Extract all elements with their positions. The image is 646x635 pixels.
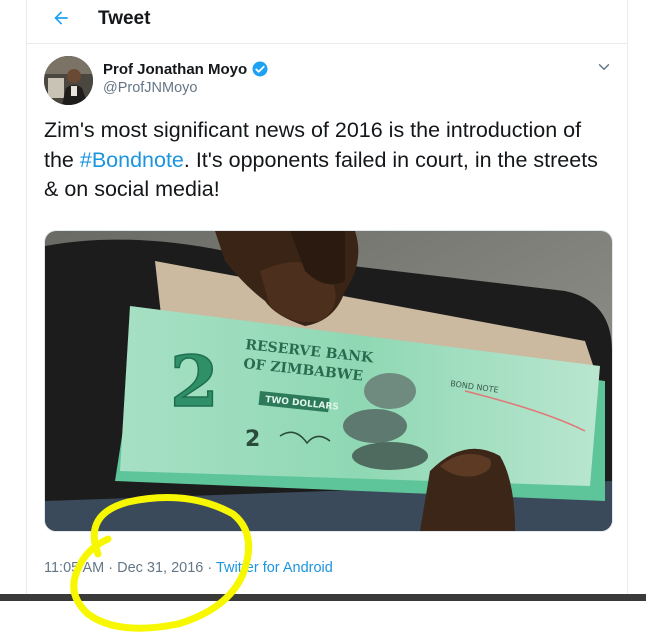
svg-text:2: 2 [170,340,219,423]
chevron-down-icon [598,64,610,70]
verified-badge-icon [252,61,268,77]
tweet-date[interactable]: Dec 31, 2016 [117,560,203,576]
page-header: Tweet [27,0,627,44]
tweet-metadata: 11:05 AM · Dec 31, 2016 · Twitter for An… [44,560,333,576]
tweet-time[interactable]: 11:05 AM [44,560,104,576]
page: Tweet Prof Jonathan Moyo @ProfJNMoyo Zim… [0,0,646,635]
avatar[interactable] [44,56,93,105]
tweet-text: Zim's most significant news of 2016 is t… [44,116,614,205]
bond-note-photo: 2 RESERVE BANK OF ZIMBABWE TWO DOLLARS 2… [45,231,612,531]
author-name[interactable]: Prof Jonathan Moyo [103,61,247,78]
hashtag-link[interactable]: #Bondnote [80,148,184,172]
tweet-menu-button[interactable] [595,58,613,76]
author-handle[interactable]: @ProfJNMoyo [103,80,198,96]
page-title: Tweet [98,8,151,29]
tweet-source-link[interactable]: Twitter for Android [216,560,333,576]
author-name-row: Prof Jonathan Moyo [103,60,269,78]
arrow-left-icon [54,11,68,25]
back-button[interactable] [47,6,75,30]
meta-separator: · [203,560,216,576]
tweet-photo[interactable]: 2 RESERVE BANK OF ZIMBABWE TWO DOLLARS 2… [44,230,613,532]
divider-bar [0,594,646,601]
avatar-image [44,56,93,105]
svg-text:2: 2 [245,427,260,452]
tweet-card: Tweet Prof Jonathan Moyo @ProfJNMoyo Zim… [26,0,628,597]
meta-separator: · [104,560,118,576]
